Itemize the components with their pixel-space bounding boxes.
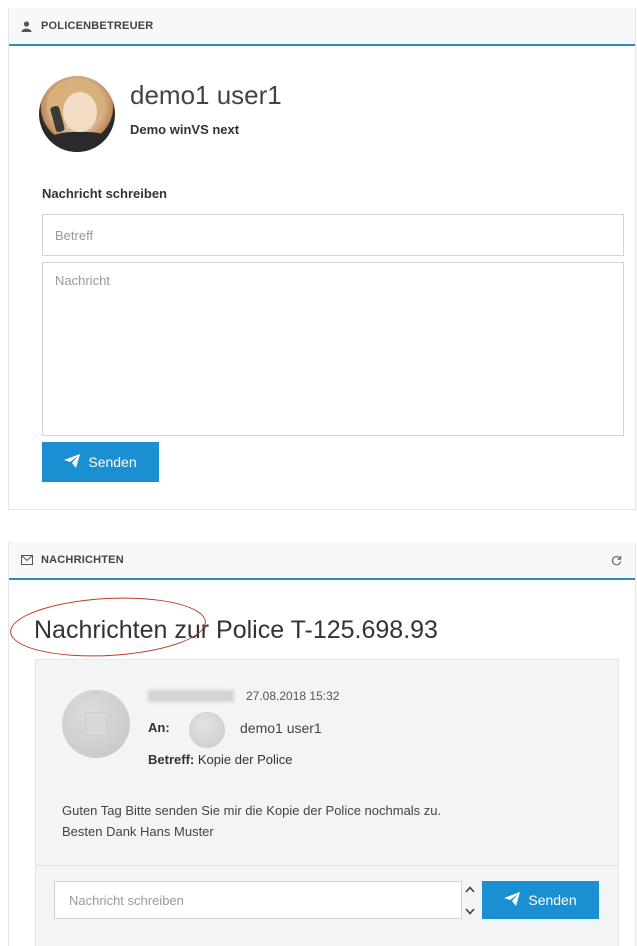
message-body: Guten Tag Bitte senden Sie mir die Kopie…: [62, 800, 582, 842]
panel-header: NACHRICHTEN: [9, 542, 635, 580]
advisor-name: demo1 user1: [130, 80, 282, 110]
annotation-circle: [8, 592, 208, 662]
advisor-company: Demo winVS next: [130, 122, 240, 137]
message-date: 27.08.2018 15:32: [246, 689, 340, 703]
message-body-line: Besten Dank Hans Muster: [62, 824, 214, 839]
message-subject: Betreff: Kopie der Police: [148, 752, 293, 767]
panel-title: NACHRICHTEN: [41, 554, 124, 566]
sender-name-redacted: [148, 690, 234, 702]
nachrichten-panel: NACHRICHTEN Nachrichten zur Police T-125…: [8, 542, 636, 946]
message-card: 27.08.2018 15:32 An: demo1 user1 Betreff…: [35, 659, 619, 946]
subject-value: Kopie der Police: [197, 752, 293, 767]
envelope-icon: [21, 554, 35, 566]
paper-plane-icon: [64, 453, 81, 471]
chevron-up-icon[interactable]: [465, 880, 475, 898]
write-message-label: Nachricht schreiben: [42, 186, 167, 201]
reply-input[interactable]: [54, 881, 462, 919]
send-button-label: Senden: [88, 454, 137, 470]
message-body-line: Guten Tag Bitte senden Sie mir die Kopie…: [62, 803, 442, 818]
send-button[interactable]: Senden: [42, 442, 159, 482]
message-textarea[interactable]: [42, 262, 624, 436]
send-button-label: Senden: [528, 892, 577, 908]
advisor-avatar: [39, 76, 115, 152]
subject-input[interactable]: [42, 214, 624, 256]
sender-avatar: [62, 690, 130, 758]
recipient-avatar: [189, 712, 225, 748]
policenbetreuer-panel: POLICENBETREUER demo1 user1 Demo winVS n…: [8, 8, 636, 510]
user-icon: [21, 20, 35, 32]
reply-send-button[interactable]: Senden: [482, 881, 599, 919]
to-label: An:: [148, 720, 170, 735]
panel-header: POLICENBETREUER: [9, 8, 635, 46]
panel-title: POLICENBETREUER: [41, 20, 154, 32]
stepper[interactable]: [460, 881, 480, 919]
refresh-icon[interactable]: [609, 553, 623, 567]
paper-plane-icon: [504, 891, 521, 909]
subject-label: Betreff:: [148, 752, 195, 767]
chevron-down-icon[interactable]: [465, 902, 475, 920]
reply-bar: Senden: [36, 865, 618, 946]
recipient-name: demo1 user1: [240, 720, 322, 736]
